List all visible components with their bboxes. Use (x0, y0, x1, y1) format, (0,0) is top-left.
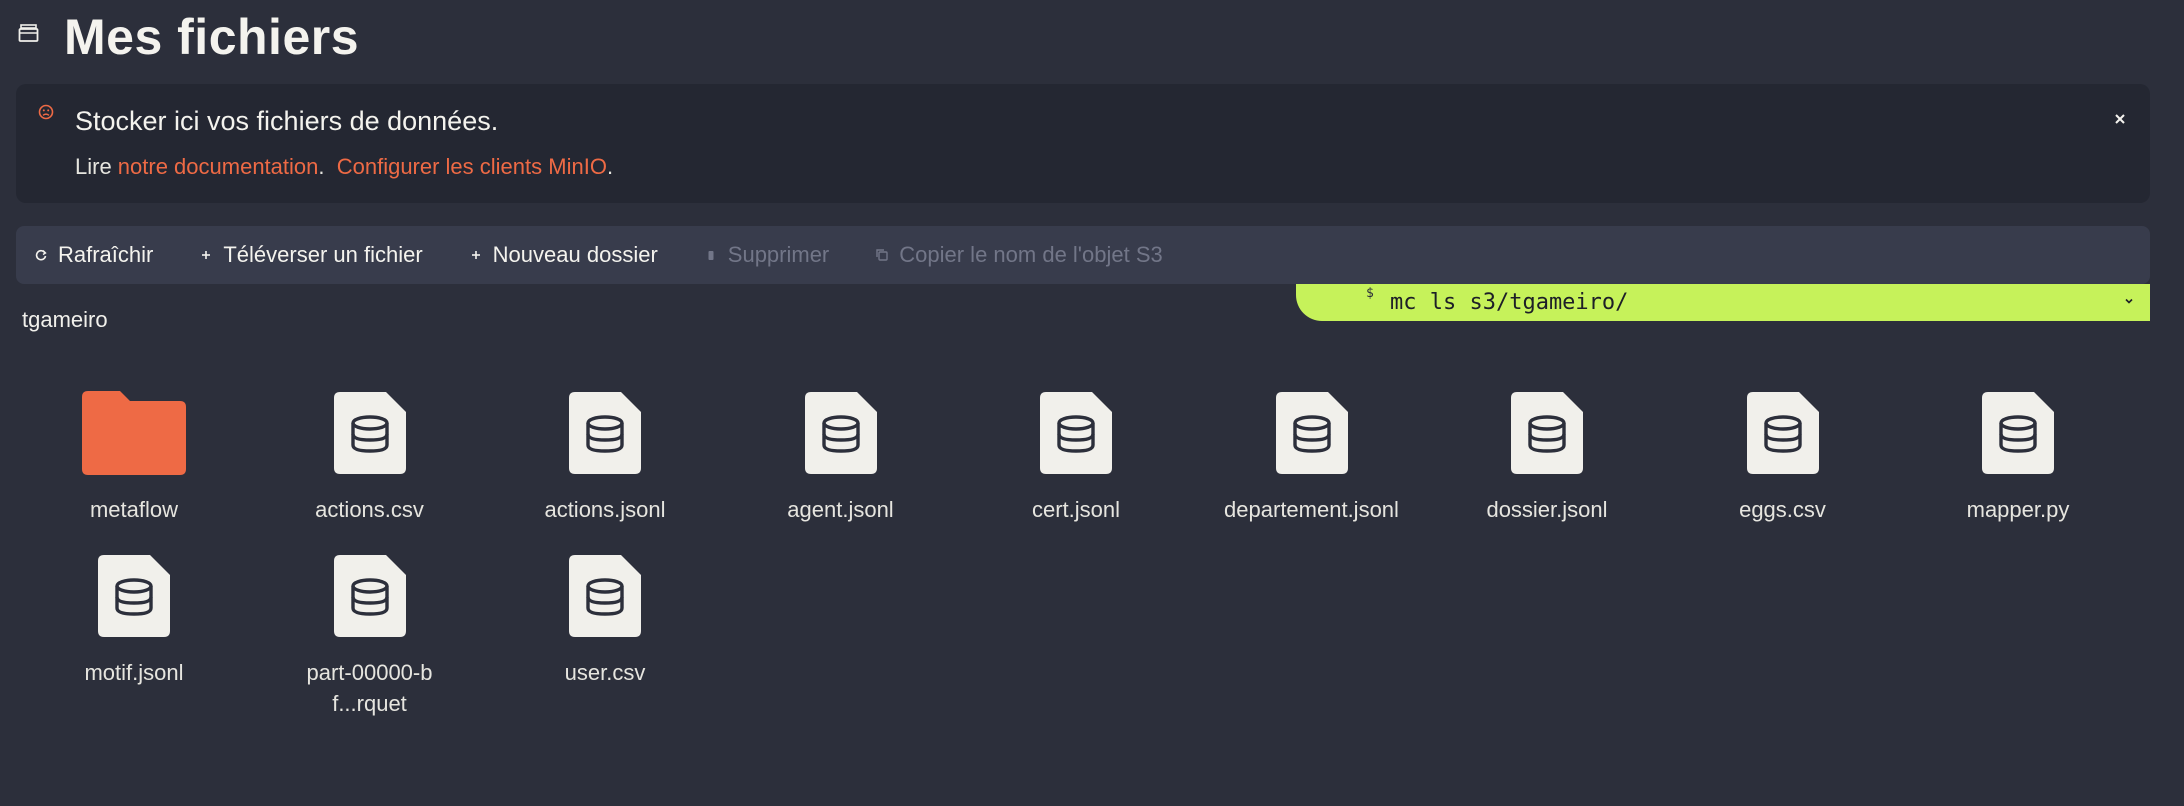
page-title: Mes fichiers (64, 9, 360, 65)
file-name: part-00000-bf...rquet (306, 660, 433, 716)
trash-icon (704, 248, 718, 262)
page-header: Mes fichiers (0, 0, 2184, 74)
file-name: user.csv (564, 660, 646, 685)
copy-icon (875, 248, 889, 262)
upload-file-button[interactable]: Téléverser un fichier (199, 242, 423, 268)
terminal-command: mc ls s3/tgameiro/ (1390, 290, 1629, 315)
new-folder-button[interactable]: Nouveau dossier (469, 242, 658, 268)
documentation-link[interactable]: notre documentation (118, 154, 319, 179)
configure-minio-link[interactable]: Configurer les clients MinIO (337, 154, 607, 179)
new-folder-label: Nouveau dossier (492, 242, 658, 267)
file-item[interactable]: actions.csv (260, 388, 480, 525)
database-file-icon (495, 551, 715, 641)
file-name: metaflow (89, 497, 179, 522)
database-file-icon (495, 388, 715, 478)
action-toolbar: Rafraîchir Téléverser un fichier Nouveau… (16, 226, 2150, 284)
delete-button[interactable]: Supprimer (704, 242, 829, 268)
file-name: eggs.csv (1739, 497, 1826, 522)
breadcrumb[interactable]: tgameiro (22, 307, 108, 333)
database-file-icon (260, 551, 480, 641)
chevron-down-icon[interactable] (2122, 294, 2136, 308)
file-name: actions.jsonl (544, 497, 666, 522)
alert-face-icon (38, 104, 54, 120)
file-name: departement.jsonl (1224, 497, 1399, 522)
file-item[interactable]: user.csv (495, 551, 715, 688)
close-icon[interactable] (2110, 110, 2130, 130)
file-item[interactable]: agent.jsonl (731, 388, 951, 525)
upload-file-label: Téléverser un fichier (223, 242, 423, 267)
delete-label: Supprimer (727, 242, 830, 267)
file-name: mapper.py (1966, 497, 2070, 522)
file-item[interactable]: mapper.py (1908, 388, 2128, 525)
copy-s3-name-button[interactable]: Copier le nom de l'objet S3 (875, 242, 1163, 268)
info-alert: Stocker ici vos fichiers de données. Lir… (16, 84, 2150, 203)
database-file-icon (966, 388, 1186, 478)
file-item[interactable]: departement.jsonl (1202, 388, 1422, 525)
terminal-prompt: $ (1366, 286, 1374, 301)
file-name: agent.jsonl (787, 497, 894, 522)
file-name: cert.jsonl (1031, 497, 1121, 522)
file-item[interactable]: eggs.csv (1673, 388, 1893, 525)
refresh-button[interactable]: Rafraîchir (34, 242, 153, 268)
file-item[interactable]: motif.jsonl (24, 551, 244, 688)
refresh-label: Rafraîchir (58, 242, 154, 267)
alert-body: Lire notre documentation. Configurer les… (75, 154, 613, 180)
terminal-command-bar[interactable]: $ mc ls s3/tgameiro/ (1296, 284, 2150, 321)
file-name: dossier.jsonl (1486, 497, 1608, 522)
alert-title: Stocker ici vos fichiers de données. (75, 106, 499, 136)
file-item[interactable]: cert.jsonl (966, 388, 1186, 525)
database-file-icon (1437, 388, 1657, 478)
file-name: actions.csv (315, 497, 424, 522)
folder-item[interactable]: metaflow (24, 388, 244, 525)
folder-icon (24, 388, 244, 478)
refresh-icon (34, 248, 48, 262)
file-item[interactable]: actions.jsonl (495, 388, 715, 525)
file-item[interactable]: dossier.jsonl (1437, 388, 1657, 525)
database-file-icon (1202, 388, 1422, 478)
alert-end-period: . (606, 154, 614, 179)
database-file-icon (24, 551, 244, 641)
database-file-icon (260, 388, 480, 478)
database-file-icon (1673, 388, 1893, 478)
database-file-icon (1908, 388, 2128, 478)
alert-separator: . (318, 154, 337, 179)
alert-lead-text: Lire (75, 154, 118, 179)
plus-icon (469, 248, 483, 262)
file-name: motif.jsonl (84, 660, 184, 685)
file-item[interactable]: part-00000-bf...rquet (260, 551, 480, 719)
folder-stack-icon (18, 22, 42, 44)
plus-icon (199, 248, 213, 262)
database-file-icon (731, 388, 951, 478)
copy-s3-name-label: Copier le nom de l'objet S3 (899, 242, 1163, 267)
